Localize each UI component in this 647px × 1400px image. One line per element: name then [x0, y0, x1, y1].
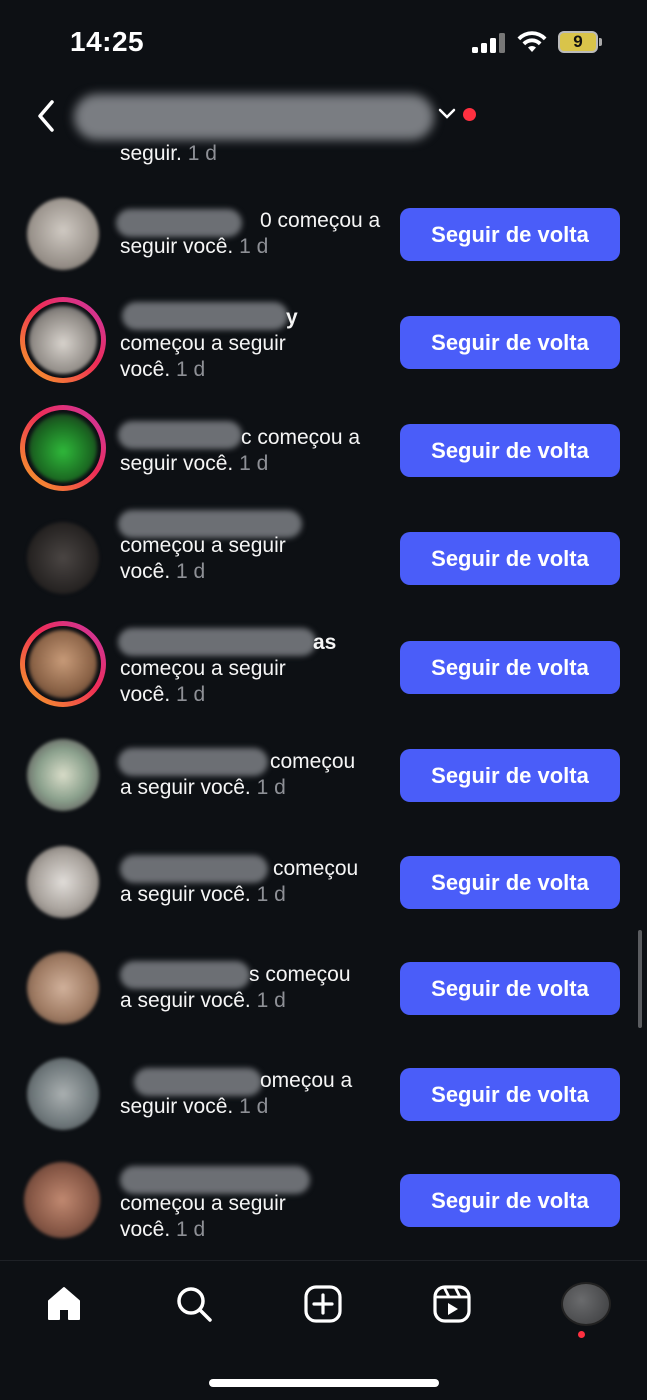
follow-back-button[interactable]: Seguir de volta — [400, 316, 620, 369]
header — [0, 88, 647, 143]
list-item[interactable]: começou a seguir você. 1 d Seguir de vol… — [0, 504, 647, 612]
avatar — [29, 306, 97, 374]
list-item[interactable]: seguir. 1 d — [0, 143, 647, 169]
list-item[interactable]: s começou a seguir você. 1 d Seguir de v… — [0, 934, 647, 1042]
notification-time: 1 d — [256, 883, 286, 906]
notification-text: s começou — [249, 963, 351, 986]
notification-text: você. — [120, 560, 171, 583]
follow-back-button[interactable]: Seguir de volta — [400, 424, 620, 477]
notification-time: 1 d — [256, 776, 286, 799]
notification-text: seguir você. — [120, 452, 234, 475]
list-item[interactable]: começou a seguir você. 1 d Seguir de vol… — [0, 1146, 647, 1254]
avatar — [24, 1162, 100, 1238]
notification-text: seguir. — [120, 143, 182, 165]
battery-icon: 9 — [558, 31, 602, 53]
notification-text: seguir você. — [120, 235, 234, 258]
avatar-story-ring[interactable] — [20, 297, 106, 383]
follow-back-button[interactable]: Seguir de volta — [400, 962, 620, 1015]
follow-back-button[interactable]: Seguir de volta — [400, 641, 620, 694]
notification-text: a seguir você. — [120, 883, 251, 906]
back-chevron-icon[interactable] — [32, 96, 62, 136]
notification-dot — [578, 1331, 585, 1338]
list-item[interactable]: começou a seguir você. 1 d Seguir de vol… — [0, 828, 647, 936]
avatar — [29, 414, 97, 482]
notification-text: 0 começou a — [260, 209, 381, 232]
wifi-icon — [517, 31, 547, 52]
follow-back-button[interactable]: Seguir de volta — [400, 1174, 620, 1227]
notification-text: as — [313, 631, 337, 654]
nav-search[interactable] — [164, 1279, 224, 1329]
cellular-signal-icon — [472, 33, 506, 53]
status-bar: 14:25 9 — [0, 0, 647, 88]
notification-list: seguir. 1 d 0 começou a seguir você. 1 d… — [0, 143, 647, 1260]
notification-text: começou a seguir — [120, 534, 286, 557]
avatar — [27, 846, 99, 918]
nav-reels[interactable] — [422, 1279, 482, 1329]
avatar-story-ring[interactable] — [20, 621, 106, 707]
avatar — [27, 198, 99, 270]
follow-back-button[interactable]: Seguir de volta — [400, 856, 620, 909]
notification-time: 1 d — [176, 560, 206, 583]
notification-text: seguir você. — [120, 1095, 234, 1118]
notification-time: 1 d — [176, 683, 206, 706]
status-time: 14:25 — [70, 26, 145, 57]
notification-text: a seguir você. — [120, 776, 251, 799]
list-item[interactable]: omeçou a seguir você. 1 d Seguir de volt… — [0, 1040, 647, 1148]
notification-time: 1 d — [239, 235, 269, 258]
notification-text: você. — [120, 358, 171, 381]
reels-icon — [433, 1285, 471, 1323]
create-icon — [304, 1285, 342, 1323]
notification-time: 1 d — [239, 452, 269, 475]
notification-time: 1 d — [176, 358, 206, 381]
notification-text: começou a seguir — [120, 332, 286, 355]
bottom-navigation — [0, 1260, 647, 1400]
follow-back-button[interactable]: Seguir de volta — [400, 532, 620, 585]
notification-time: 1 d — [187, 143, 217, 165]
avatar — [27, 522, 99, 594]
avatar — [27, 1058, 99, 1130]
follow-back-button[interactable]: Seguir de volta — [400, 208, 620, 261]
notification-time: 1 d — [176, 1218, 206, 1241]
home-indicator — [209, 1379, 439, 1387]
nav-create[interactable] — [293, 1279, 353, 1329]
chevron-down-icon[interactable] — [437, 106, 457, 122]
avatar — [27, 952, 99, 1024]
list-item[interactable]: y começou a seguir você. 1 d Seguir de v… — [0, 288, 647, 396]
notification-text: a seguir você. — [120, 989, 251, 1012]
battery-level: 9 — [573, 32, 583, 51]
home-icon — [48, 1287, 80, 1320]
account-name-redacted[interactable] — [74, 94, 434, 140]
notification-time: 1 d — [256, 989, 286, 1012]
notification-text: y — [286, 306, 298, 329]
username-redacted — [120, 1166, 310, 1194]
notification-dot — [463, 108, 476, 121]
scroll-indicator[interactable] — [638, 930, 642, 1028]
follow-back-button[interactable]: Seguir de volta — [400, 749, 620, 802]
list-item[interactable]: as começou a seguir você. 1 d Seguir de … — [0, 613, 647, 721]
notification-text: você. — [120, 683, 171, 706]
notification-text: começou a seguir — [120, 1192, 286, 1215]
notification-text: c começou a — [241, 426, 361, 449]
list-item[interactable]: começou a seguir você. 1 d Seguir de vol… — [0, 721, 647, 829]
follow-back-button[interactable]: Seguir de volta — [400, 1068, 620, 1121]
list-item[interactable]: c começou a seguir você. 1 d Seguir de v… — [0, 396, 647, 504]
notification-text: omeçou a — [260, 1069, 353, 1092]
avatar — [29, 630, 97, 698]
notification-time: 1 d — [239, 1095, 269, 1118]
profile-avatar — [561, 1282, 611, 1326]
search-icon — [177, 1287, 212, 1322]
nav-profile[interactable] — [556, 1279, 616, 1329]
notification-text: começou — [270, 750, 356, 773]
notification-text: você. — [120, 1218, 171, 1241]
avatar — [27, 739, 99, 811]
list-item[interactable]: 0 começou a seguir você. 1 d Seguir de v… — [0, 180, 647, 288]
notification-text: começou — [273, 857, 359, 880]
nav-home[interactable] — [34, 1279, 94, 1329]
notification-text: começou a seguir — [120, 657, 286, 680]
avatar-story-ring[interactable] — [20, 405, 106, 491]
